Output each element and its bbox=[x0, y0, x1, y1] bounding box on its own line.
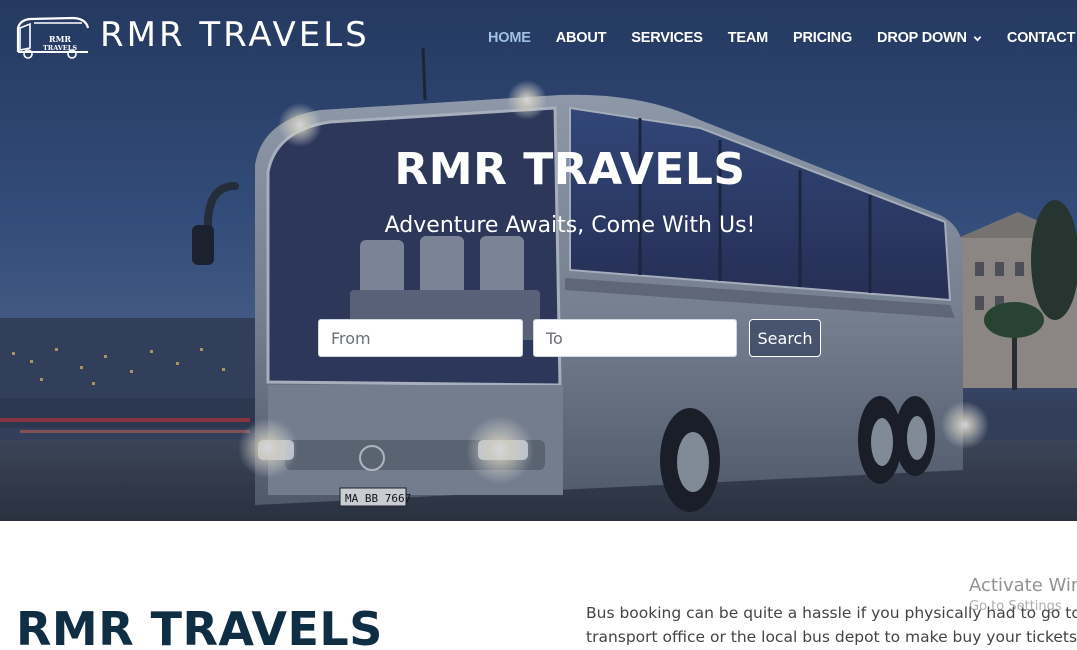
watermark-title: Activate Win bbox=[969, 575, 1077, 596]
nav-item-home[interactable]: HOME bbox=[488, 30, 531, 46]
from-input[interactable] bbox=[318, 319, 523, 357]
about-title: RMR TRAVELS bbox=[16, 602, 383, 650]
hero-overlay bbox=[0, 0, 1077, 521]
to-input[interactable] bbox=[533, 319, 737, 357]
svg-text:RMR: RMR bbox=[49, 34, 72, 44]
svg-text:TRAVELS: TRAVELS bbox=[43, 44, 77, 52]
hero-title: RMR TRAVELS bbox=[394, 144, 746, 195]
hero-section: MA BB 7667 RMR TRAVELS RMR TRAVELS HOME … bbox=[0, 0, 1077, 521]
watermark-subtitle: Go to Settings bbox=[969, 599, 1062, 614]
bus-logo-icon[interactable]: RMR TRAVELS bbox=[14, 14, 92, 60]
about-text-line: transport office or the local bus depot … bbox=[586, 628, 1077, 646]
nav-item-pricing[interactable]: PRICING bbox=[793, 30, 852, 46]
search-button[interactable]: Search bbox=[749, 319, 821, 357]
hero-subtitle: Adventure Awaits, Come With Us! bbox=[384, 213, 756, 238]
chevron-down-icon bbox=[973, 35, 982, 41]
nav-item-services[interactable]: SERVICES bbox=[631, 30, 703, 46]
main-nav: HOME ABOUT SERVICES TEAM PRICING DROP DO… bbox=[488, 28, 1075, 48]
nav-item-about[interactable]: ABOUT bbox=[556, 30, 607, 46]
nav-item-drop-down[interactable]: DROP DOWN bbox=[877, 30, 982, 46]
nav-item-team[interactable]: TEAM bbox=[728, 30, 768, 46]
site-header: RMR TRAVELS RMR TRAVELS HOME ABOUT SERVI… bbox=[0, 0, 1077, 74]
brand-name[interactable]: RMR TRAVELS bbox=[100, 14, 370, 56]
activate-windows-watermark: Activate Win Go to Settings bbox=[969, 574, 1077, 616]
nav-item-contact[interactable]: CONTACT bbox=[1007, 30, 1076, 46]
